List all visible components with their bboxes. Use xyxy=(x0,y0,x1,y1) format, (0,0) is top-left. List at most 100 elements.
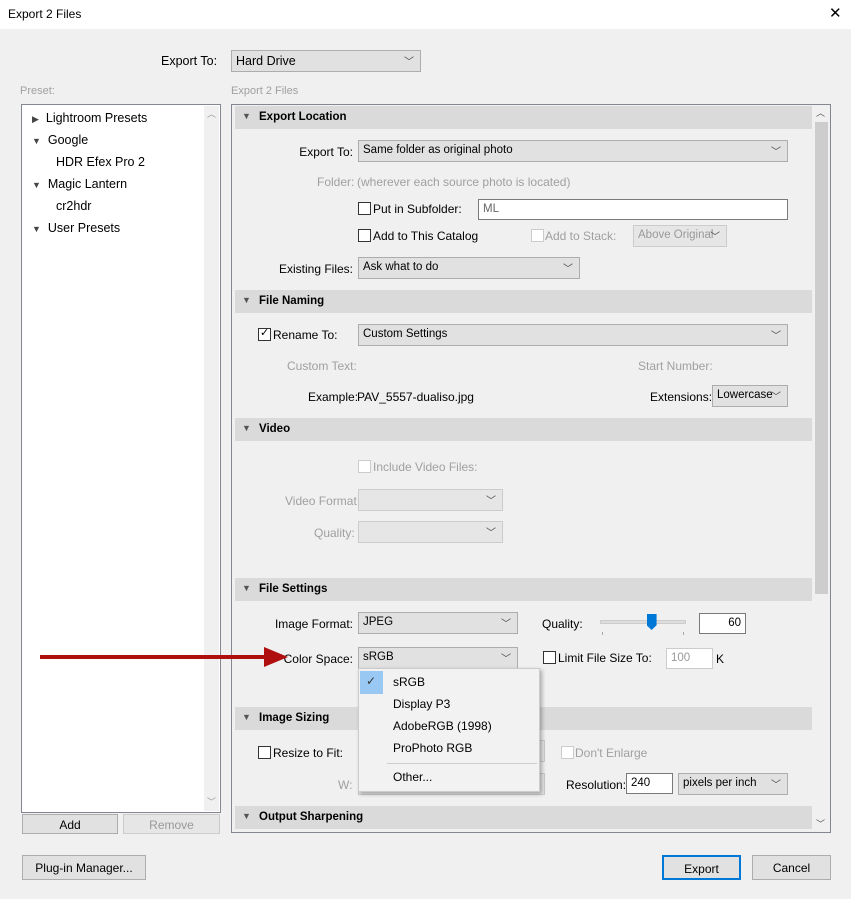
chevron-down-icon: ﹀ xyxy=(563,264,573,275)
check-icon: ✓ xyxy=(366,674,377,688)
preset-folder-user[interactable]: ▼ User Presets xyxy=(32,221,120,235)
chevron-down-icon: ﹀ xyxy=(486,496,496,507)
quality-slider[interactable] xyxy=(600,620,686,624)
chevron-down-icon: ﹀ xyxy=(404,57,414,68)
video-format-select[interactable]: ﹀ xyxy=(358,489,503,511)
subfolder-checkbox[interactable] xyxy=(358,202,371,215)
limit-file-size-checkbox[interactable] xyxy=(543,651,556,664)
preset-folder-google[interactable]: ▼ Google xyxy=(32,133,88,147)
scroll-up-icon[interactable]: ︿ xyxy=(816,106,825,119)
video-quality-label: Quality: xyxy=(314,526,355,540)
export-button[interactable]: Export xyxy=(662,855,741,880)
preset-folder-lightroom[interactable]: ▶ Lightroom Presets xyxy=(32,111,147,125)
export-to-label: Export To: xyxy=(299,145,353,159)
limit-file-size-input[interactable]: 100 xyxy=(666,648,713,669)
quality-input[interactable]: 60 xyxy=(699,613,746,634)
rename-select[interactable]: Custom Settings ﹀ xyxy=(358,324,788,346)
image-format-select[interactable]: JPEG ﹀ xyxy=(358,612,518,634)
scrollbar-thumb[interactable] xyxy=(815,122,828,594)
chevron-down-icon: ﹀ xyxy=(710,232,720,243)
add-to-catalog-label: Add to This Catalog xyxy=(373,229,479,243)
scroll-down-icon[interactable]: ﹀ xyxy=(816,817,825,830)
collapse-icon: ▼ xyxy=(242,712,251,722)
add-to-stack-label: Add to Stack: xyxy=(545,229,617,243)
add-preset-button[interactable]: Add xyxy=(22,814,118,834)
menu-item-prophoto[interactable]: ProPhoto RGB xyxy=(393,741,472,755)
folder-label: Folder: xyxy=(317,175,355,189)
collapse-icon: ▼ xyxy=(242,295,251,305)
close-icon[interactable]: ✕ xyxy=(829,4,842,22)
scroll-down-icon[interactable]: ﹀ xyxy=(207,795,216,808)
resize-to-fit-checkbox[interactable] xyxy=(258,746,271,759)
resolution-input[interactable]: 240 xyxy=(626,773,673,794)
example-label: Example: xyxy=(308,390,359,404)
dont-enlarge-label: Don't Enlarge xyxy=(575,746,648,760)
example-value: PAV_5557-dualiso.jpg xyxy=(357,390,474,404)
collapse-icon: ▼ xyxy=(242,583,251,593)
resize-to-fit-label: Resize to Fit: xyxy=(273,746,344,760)
add-to-stack-checkbox[interactable] xyxy=(531,229,544,242)
section-file-settings[interactable]: ▼ File Settings xyxy=(235,578,812,601)
existing-files-select[interactable]: Ask what to do ﹀ xyxy=(358,257,580,279)
quality-label: Quality: xyxy=(542,617,583,631)
expand-icon: ▶ xyxy=(32,114,39,124)
image-format-label: Image Format: xyxy=(274,617,353,631)
cancel-button[interactable]: Cancel xyxy=(752,855,831,880)
chevron-down-icon: ﹀ xyxy=(771,147,781,158)
window-title: Export 2 Files xyxy=(8,7,82,21)
preset-panel: ︿ ﹀ ▶ Lightroom Presets ▼ Google HDR Efe… xyxy=(21,104,221,813)
export-to-select[interactable]: Hard Drive ﹀ xyxy=(231,50,421,72)
rename-label: Rename To: xyxy=(273,328,338,342)
collapse-icon: ▼ xyxy=(242,811,251,821)
dont-enlarge-checkbox[interactable] xyxy=(561,746,574,759)
extensions-label: Extensions: xyxy=(650,390,713,404)
menu-separator xyxy=(387,763,537,764)
menu-item-display-p3[interactable]: Display P3 xyxy=(393,697,450,711)
preset-item-hdr[interactable]: HDR Efex Pro 2 xyxy=(56,155,145,169)
collapse-icon: ▼ xyxy=(32,224,41,234)
chevron-down-icon: ﹀ xyxy=(771,392,781,403)
limit-unit: K xyxy=(716,652,725,666)
preset-scrollbar[interactable] xyxy=(204,106,219,811)
rename-checkbox[interactable]: ✓ xyxy=(258,327,271,341)
collapse-icon: ▼ xyxy=(242,423,251,433)
export-to-label: Export To: xyxy=(161,54,218,68)
section-output-sharpening[interactable]: ▼ Output Sharpening xyxy=(235,806,812,829)
preset-item-cr2hdr[interactable]: cr2hdr xyxy=(56,199,91,213)
scroll-up-icon[interactable]: ︿ xyxy=(207,107,216,120)
preset-folder-magic-lantern[interactable]: ▼ Magic Lantern xyxy=(32,177,127,191)
menu-item-other[interactable]: Other... xyxy=(393,770,432,784)
menu-item-adobergb[interactable]: AdobeRGB (1998) xyxy=(393,719,492,733)
extensions-select[interactable]: Lowercase ﹀ xyxy=(712,385,788,407)
color-space-label: Color Space: xyxy=(283,652,353,666)
section-export-location[interactable]: ▼ Export Location xyxy=(235,106,812,129)
add-to-catalog-checkbox[interactable] xyxy=(358,229,371,242)
slider-tick xyxy=(683,632,684,635)
slider-tick xyxy=(602,632,603,635)
section-video[interactable]: ▼ Video xyxy=(235,418,812,441)
video-quality-select[interactable]: ﹀ xyxy=(358,521,503,543)
folder-value: (wherever each source photo is located) xyxy=(357,175,571,189)
menu-item-srgb[interactable]: sRGB xyxy=(393,675,425,689)
color-space-menu: ✓ sRGB Display P3 AdobeRGB (1998) ProPho… xyxy=(358,668,540,792)
resolution-unit-select[interactable]: pixels per inch ﹀ xyxy=(678,773,788,795)
stack-position-select[interactable]: Above Original ﹀ xyxy=(633,225,727,247)
subfolder-input[interactable]: ML xyxy=(478,199,788,220)
color-space-select[interactable]: sRGB ﹀ xyxy=(358,647,518,669)
include-video-checkbox[interactable] xyxy=(358,460,371,473)
chevron-down-icon: ﹀ xyxy=(771,331,781,342)
chevron-down-icon: ﹀ xyxy=(501,619,511,630)
plugin-manager-button[interactable]: Plug-in Manager... xyxy=(22,855,146,880)
section-file-naming[interactable]: ▼ File Naming xyxy=(235,290,812,313)
resolution-label: Resolution: xyxy=(566,778,627,792)
remove-preset-button[interactable]: Remove xyxy=(123,814,220,834)
include-video-label: Include Video Files: xyxy=(373,460,478,474)
chevron-down-icon: ﹀ xyxy=(771,780,781,791)
width-label: W: xyxy=(338,778,353,792)
preset-label: Preset: xyxy=(20,85,55,97)
chevron-down-icon: ﹀ xyxy=(501,654,511,665)
chevron-down-icon: ﹀ xyxy=(486,528,496,539)
export-to-value: Hard Drive xyxy=(236,54,296,68)
collapse-icon: ▼ xyxy=(32,136,41,146)
export-location-select[interactable]: Same folder as original photo ﹀ xyxy=(358,140,788,162)
